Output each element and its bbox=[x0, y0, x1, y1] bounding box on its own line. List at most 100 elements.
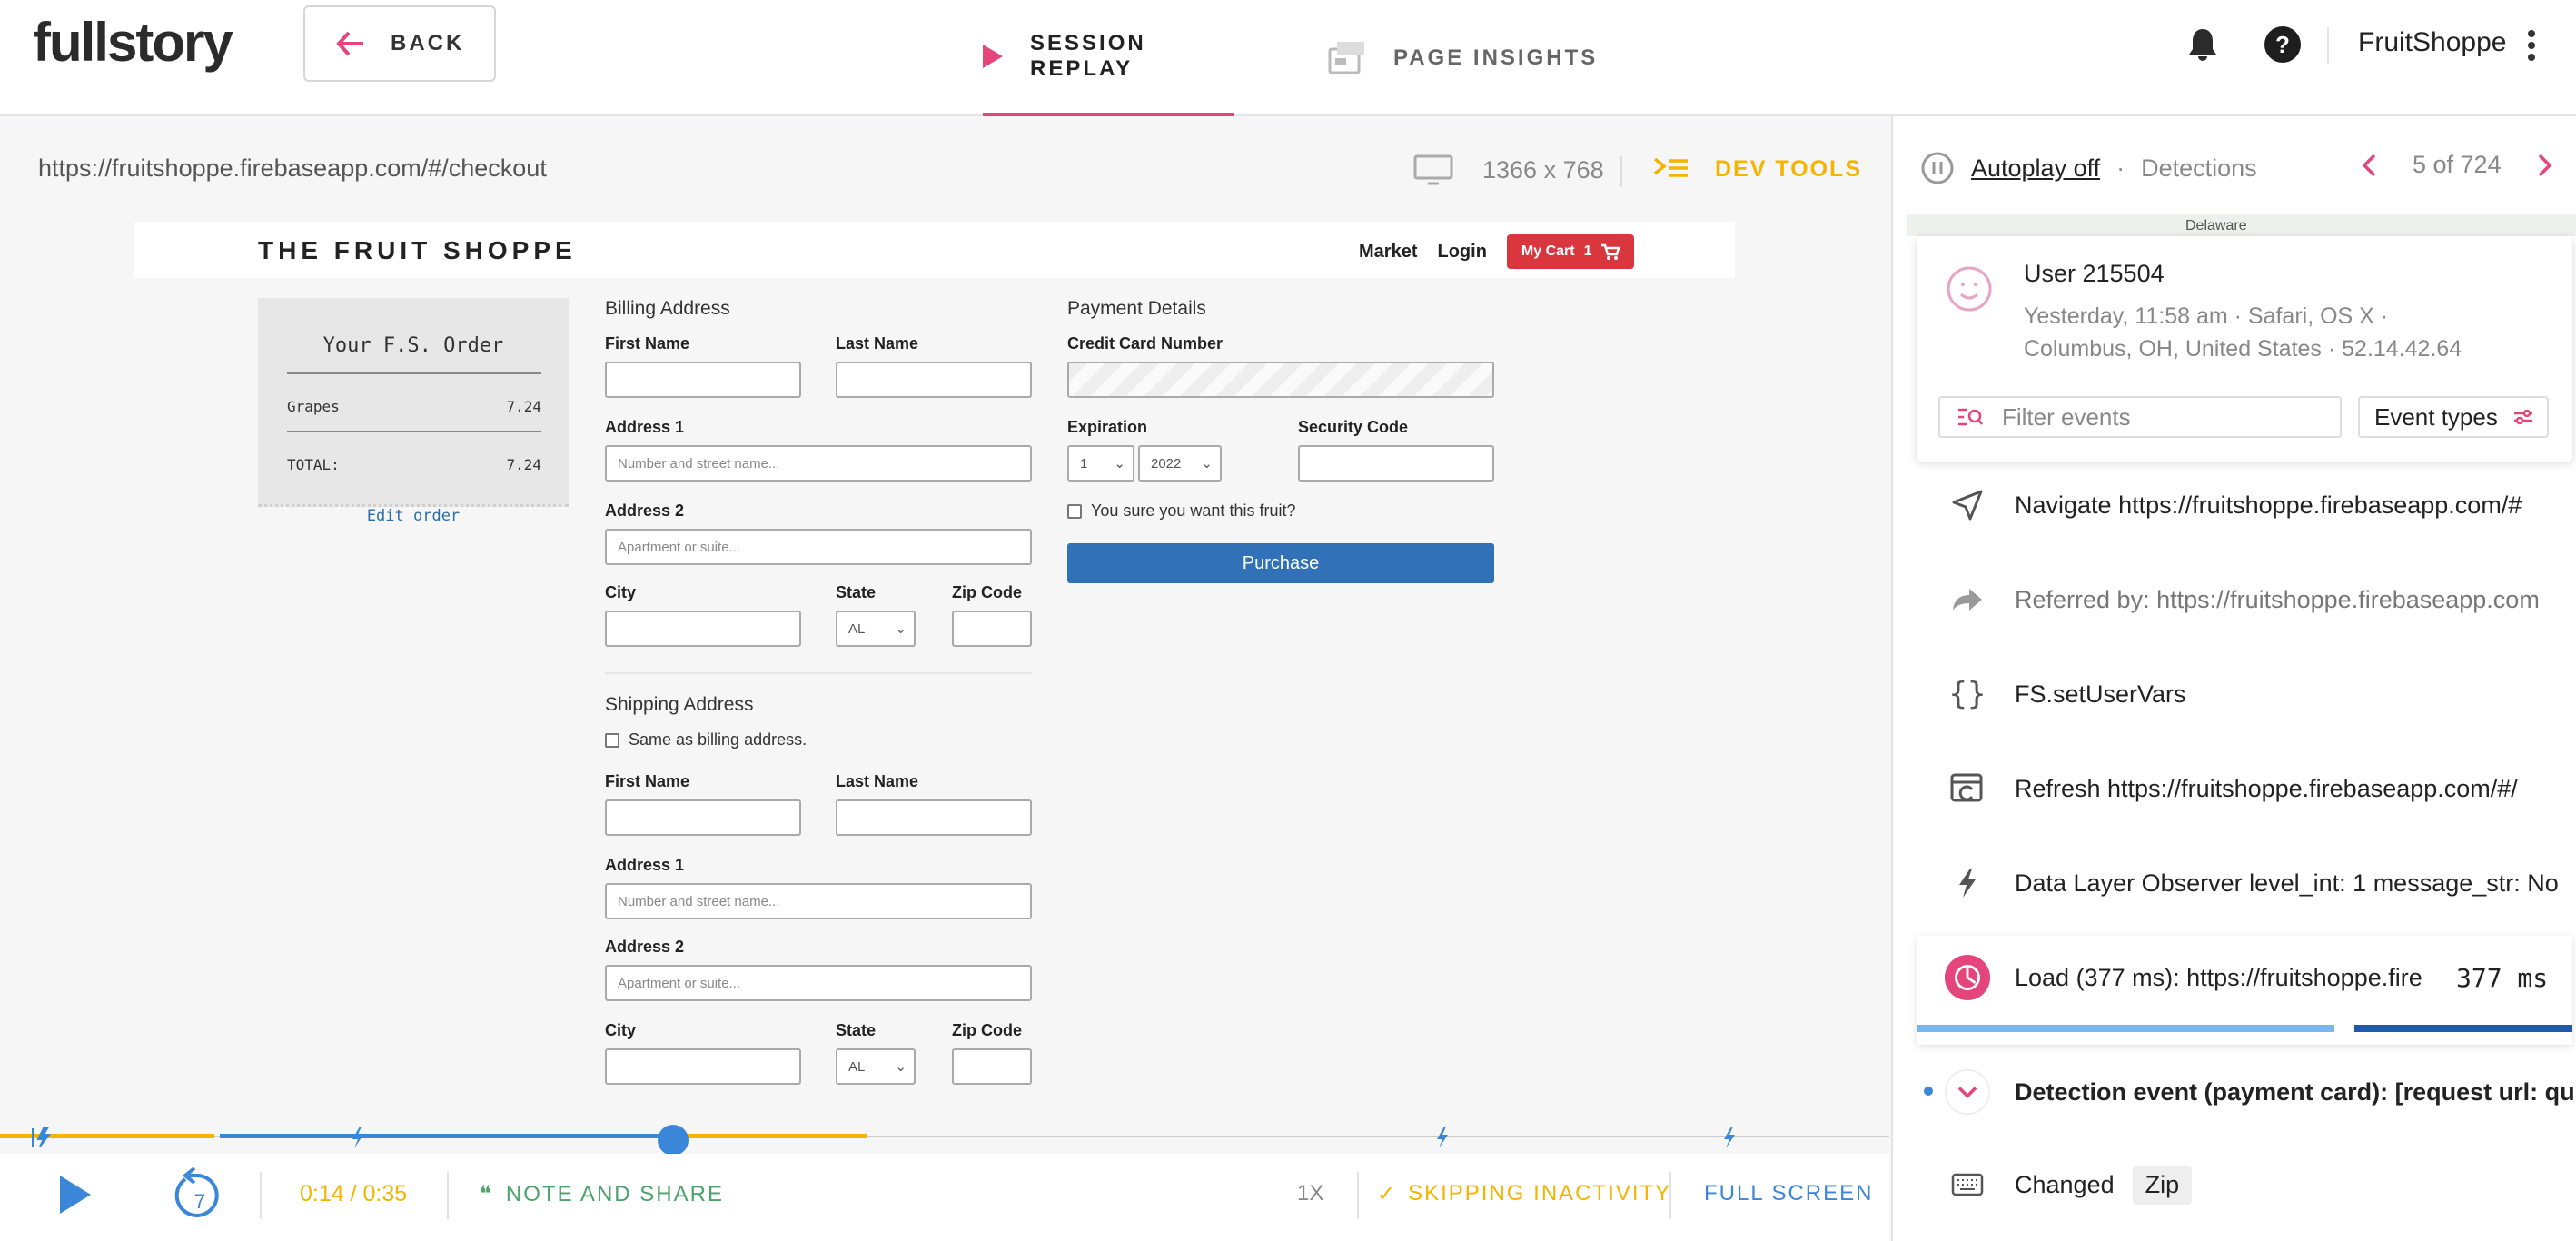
load-timing-segment bbox=[1917, 1025, 2334, 1032]
site-nav: Market Login My Cart 1 bbox=[1359, 234, 1634, 269]
checkbox[interactable] bbox=[605, 732, 619, 748]
shipping-address1-label: Address 1 bbox=[605, 856, 685, 874]
billing-zip-label: Zip Code bbox=[952, 583, 1022, 601]
divider bbox=[2327, 27, 2329, 64]
event-row[interactable]: Data Layer Observer level_int: 1 message… bbox=[1944, 856, 2576, 910]
year-value: 2022 bbox=[1151, 455, 1182, 472]
play-icon[interactable] bbox=[58, 1174, 93, 1216]
event-text: Detection event (payment card): [request… bbox=[2015, 1077, 2575, 1106]
chevron-down-icon: ⌄ bbox=[1201, 456, 1213, 472]
dev-tools-label: DEV TOOLS bbox=[1715, 156, 1863, 182]
purchase-button[interactable]: Purchase bbox=[1067, 543, 1494, 583]
active-segment bbox=[220, 1134, 665, 1138]
cart-label: My Cart bbox=[1521, 243, 1575, 259]
billing-first-name-input[interactable] bbox=[605, 362, 801, 398]
note-label: NOTE AND SHARE bbox=[505, 1181, 724, 1206]
nav-market[interactable]: Market bbox=[1359, 242, 1417, 263]
edit-order-link[interactable]: Edit order bbox=[258, 507, 569, 525]
org-name[interactable]: FruitShoppe bbox=[2358, 27, 2506, 58]
chevron-left-icon[interactable] bbox=[2362, 154, 2376, 177]
screen-size-label: 1366 x 768 bbox=[1482, 155, 1604, 184]
filter-events-input[interactable]: Filter events bbox=[1938, 396, 2342, 438]
checkbox[interactable] bbox=[1067, 503, 1082, 519]
event-text: Referred by: https://fruitshoppe.firebas… bbox=[2015, 585, 2540, 613]
chevron-right-icon[interactable] bbox=[2538, 154, 2552, 177]
nav-login[interactable]: Login bbox=[1437, 242, 1486, 263]
load-duration: 377 ms bbox=[2456, 962, 2549, 993]
billing-address1-input[interactable]: Number and street name... bbox=[605, 445, 1032, 482]
navigate-icon bbox=[1944, 490, 1991, 521]
cart-button[interactable]: My Cart 1 bbox=[1506, 234, 1634, 269]
billing-state-label: State bbox=[836, 583, 877, 601]
event-row[interactable]: {} FS.setUserVars bbox=[1944, 667, 2576, 721]
event-row[interactable]: Load (377 ms): https://fruitshoppe.fire … bbox=[1944, 950, 2576, 1005]
checkbox-label: You sure you want this fruit? bbox=[1091, 501, 1296, 520]
fullstory-logo[interactable]: fullstory bbox=[33, 11, 233, 74]
note-and-share-button[interactable]: ❝ NOTE AND SHARE bbox=[480, 1181, 724, 1207]
svg-text:?: ? bbox=[2275, 31, 2290, 58]
skip-inactivity-toggle[interactable]: ✓ SKIPPING INACTIVITY bbox=[1377, 1181, 1671, 1207]
user-location: Columbus, OH, United States · 52.14.42.6… bbox=[2024, 336, 2462, 362]
same-as-billing-checkbox[interactable]: Same as billing address. bbox=[605, 730, 807, 750]
exp-year-select[interactable]: 2022 ⌄ bbox=[1138, 445, 1222, 482]
detections-link[interactable]: Detections bbox=[2141, 154, 2257, 183]
billing-first-name-label: First Name bbox=[605, 334, 690, 352]
shipping-city-input[interactable] bbox=[605, 1048, 801, 1085]
more-vertical-icon[interactable] bbox=[2527, 29, 2536, 62]
shipping-first-name-input[interactable] bbox=[605, 799, 801, 836]
map-label: Delaware bbox=[2185, 218, 2247, 233]
replay-viewport[interactable]: THE FRUIT SHOPPE Market Login My Cart 1 … bbox=[134, 222, 1735, 1130]
rewind-seconds: 7 bbox=[194, 1190, 205, 1213]
shipping-last-name-label: Last Name bbox=[836, 772, 919, 790]
bolt-marker-icon[interactable] bbox=[1435, 1127, 1450, 1148]
bolt-marker-icon[interactable] bbox=[1722, 1127, 1737, 1148]
full-screen-button[interactable]: FULL SCREEN bbox=[1704, 1181, 1873, 1206]
event-row[interactable]: Detection event (payment card): [request… bbox=[1944, 1065, 2576, 1119]
playhead-handle[interactable] bbox=[658, 1125, 689, 1156]
tab-page-insights[interactable]: PAGE INSIGHTS bbox=[1328, 0, 1598, 116]
shipping-last-name-input[interactable] bbox=[836, 799, 1032, 836]
confirm-checkbox[interactable]: You sure you want this fruit? bbox=[1067, 501, 1295, 521]
bolt-marker-icon[interactable] bbox=[31, 1127, 54, 1148]
shipping-state-select[interactable]: AL ⌄ bbox=[836, 1048, 916, 1085]
billing-address2-input[interactable]: Apartment or suite... bbox=[605, 529, 1032, 565]
exp-month-select[interactable]: 1 ⌄ bbox=[1067, 445, 1134, 482]
security-code-input[interactable] bbox=[1298, 445, 1494, 482]
braces-icon: {} bbox=[1948, 676, 1986, 712]
billing-zip-input[interactable] bbox=[952, 611, 1032, 647]
billing-last-name-input[interactable] bbox=[836, 362, 1032, 398]
autoplay-toggle[interactable]: Autoplay off bbox=[1971, 154, 2100, 183]
inactive-segment bbox=[672, 1134, 867, 1138]
tab-label: PAGE INSIGHTS bbox=[1393, 45, 1599, 70]
rewind-icon[interactable]: 7 bbox=[173, 1167, 223, 1221]
pause-circle-icon[interactable] bbox=[1920, 151, 1955, 185]
load-icon bbox=[1944, 953, 1991, 1002]
shipping-address1-input[interactable]: Number and street name... bbox=[605, 883, 1032, 919]
event-row[interactable]: Navigate https://fruitshoppe.firebaseapp… bbox=[1944, 478, 2576, 532]
dev-tools-button[interactable]: DEV TOOLS bbox=[1653, 156, 1862, 183]
cc-input-masked[interactable] bbox=[1067, 362, 1494, 398]
event-row[interactable]: Refresh https://fruitshoppe.firebaseapp.… bbox=[1944, 761, 2576, 816]
bolt-marker-icon[interactable] bbox=[351, 1127, 365, 1148]
event-row[interactable]: Changed Zip bbox=[1944, 1157, 2576, 1212]
help-icon[interactable]: ? bbox=[2264, 25, 2302, 64]
divider bbox=[447, 1172, 449, 1219]
user-avatar-icon[interactable] bbox=[1946, 265, 1993, 313]
event-text: FS.setUserVars bbox=[2015, 680, 2186, 708]
chevron-down-icon bbox=[1944, 1066, 1991, 1118]
shipping-zip-input[interactable] bbox=[952, 1048, 1032, 1085]
timeline[interactable] bbox=[0, 1125, 1889, 1156]
cart-count: 1 bbox=[1583, 243, 1592, 259]
shipping-first-name-label: First Name bbox=[605, 772, 690, 790]
billing-state-select[interactable]: AL ⌄ bbox=[836, 611, 916, 647]
event-row[interactable]: Referred by: https://fruitshoppe.firebas… bbox=[1944, 572, 2576, 627]
speed-button[interactable]: 1X bbox=[1297, 1181, 1323, 1206]
user-name[interactable]: User 215504 bbox=[2024, 260, 2165, 288]
bell-icon[interactable] bbox=[2187, 27, 2218, 62]
event-types-button[interactable]: Event types bbox=[2358, 396, 2549, 438]
back-button[interactable]: BACK bbox=[303, 5, 496, 82]
billing-city-input[interactable] bbox=[605, 611, 801, 647]
item-price: 7.24 bbox=[506, 398, 541, 415]
tab-session-replay[interactable]: SESSION REPLAY bbox=[983, 0, 1234, 116]
shipping-address2-input[interactable]: Apartment or suite... bbox=[605, 965, 1032, 1001]
